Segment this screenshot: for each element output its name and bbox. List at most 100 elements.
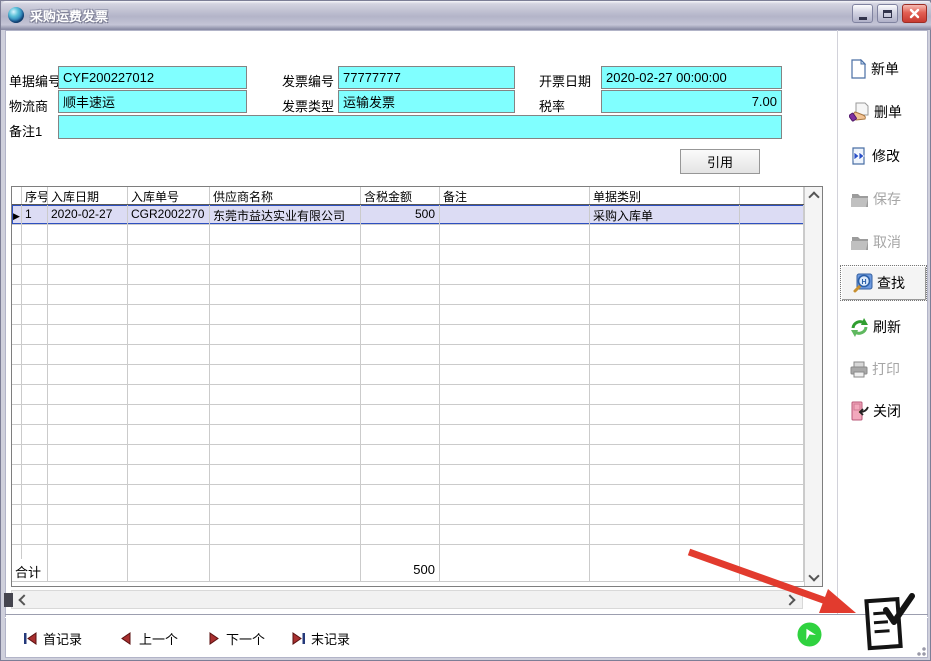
new-doc-icon (849, 59, 868, 79)
new-doc-button[interactable]: 新单 (849, 55, 925, 83)
tax-rate-label: 税率 (539, 96, 565, 115)
sidebar-button-label: 刷新 (873, 317, 901, 337)
header-cell[interactable]: 备注 (440, 187, 590, 204)
table-empty-row (12, 405, 804, 425)
logistics-input[interactable] (58, 90, 247, 113)
empty-cell (440, 365, 590, 384)
first-record-button[interactable]: 首记录 (23, 628, 82, 648)
invoice-no-input[interactable] (338, 66, 515, 89)
next-record-button[interactable]: 下一个 (206, 628, 265, 648)
empty-cell (48, 365, 128, 384)
empty-cell (590, 325, 740, 344)
minimize-button[interactable] (852, 4, 873, 23)
cell-seq[interactable]: 1 (22, 205, 48, 224)
cell-type[interactable]: 采购入库单 (590, 205, 740, 224)
scroll-right-icon[interactable] (784, 594, 795, 605)
refresh-icon (849, 317, 870, 338)
empty-cell (740, 405, 804, 424)
empty-cell (590, 265, 740, 284)
invoice-type-input[interactable] (338, 90, 515, 113)
empty-cell (22, 485, 48, 504)
scroll-left-icon[interactable] (18, 594, 29, 605)
cell-amount[interactable]: 500 (361, 205, 440, 224)
empty-cell (12, 525, 22, 544)
empty-cell (590, 365, 740, 384)
empty-cell (22, 385, 48, 404)
table-row[interactable]: ▶ 1 2020-02-27 CGR2002270 东莞市益达实业有限公司 50… (12, 205, 804, 225)
empty-cell (22, 265, 48, 284)
scroll-up-icon[interactable] (808, 191, 819, 202)
close-button[interactable] (902, 4, 927, 23)
horizontal-scrollbar[interactable] (11, 590, 803, 609)
empty-cell (12, 345, 22, 364)
doc-no-label: 单据编号 (9, 71, 61, 90)
header-cell[interactable]: 序号 (22, 187, 48, 204)
print-button[interactable]: 打印 (849, 355, 925, 383)
bottom-separator (5, 614, 928, 618)
header-cell[interactable]: 入库日期 (48, 187, 128, 204)
resize-grip[interactable] (914, 644, 926, 656)
scroll-thumb[interactable] (4, 593, 13, 607)
cancel-icon (849, 233, 870, 252)
refresh-button[interactable]: 刷新 (849, 313, 925, 341)
header-cell[interactable]: 含税金额 (361, 187, 440, 204)
empty-cell (590, 285, 740, 304)
empty-cell (12, 225, 22, 244)
tax-rate-input[interactable] (601, 90, 782, 113)
modify-button[interactable]: 修改 (849, 142, 925, 170)
empty-cell (440, 385, 590, 404)
scroll-down-icon[interactable] (808, 570, 819, 581)
cell-extra[interactable] (740, 205, 804, 224)
cell-remark[interactable] (440, 205, 590, 224)
remark1-input[interactable] (58, 115, 782, 139)
reference-button[interactable]: 引用 (680, 149, 760, 174)
empty-cell (440, 345, 590, 364)
doc-no-input[interactable] (58, 66, 247, 89)
empty-cell (128, 385, 210, 404)
empty-cell (361, 325, 440, 344)
empty-cell (740, 485, 804, 504)
empty-cell (740, 245, 804, 264)
last-record-icon (291, 631, 306, 646)
close-form-button[interactable]: 关闭 (849, 397, 925, 425)
cancel-button[interactable]: 取消 (849, 228, 925, 256)
empty-cell (128, 525, 210, 544)
empty-cell (210, 525, 361, 544)
empty-cell (22, 345, 48, 364)
invoice-date-input[interactable] (601, 66, 782, 89)
empty-cell (22, 285, 48, 304)
empty-cell (12, 485, 22, 504)
empty-cell (22, 405, 48, 424)
empty-cell (210, 505, 361, 524)
last-record-button[interactable]: 末记录 (291, 628, 350, 648)
maximize-button[interactable] (877, 4, 898, 23)
empty-cell (210, 345, 361, 364)
empty-cell (12, 265, 22, 284)
cell-date[interactable]: 2020-02-27 (48, 205, 128, 224)
empty-cell (128, 545, 210, 559)
empty-cell (740, 265, 804, 284)
modify-icon (849, 146, 869, 166)
header-cell[interactable]: 单据类别 (590, 187, 740, 204)
empty-cell (12, 305, 22, 324)
find-button[interactable]: H 查找 (852, 269, 928, 297)
empty-cell (210, 285, 361, 304)
table-header: 序号 入库日期 入库单号 供应商名称 含税金额 备注 单据类别 (12, 187, 822, 205)
empty-cell (361, 485, 440, 504)
vertical-scrollbar[interactable] (804, 187, 822, 586)
empty-cell (128, 445, 210, 464)
save-button[interactable]: 保存 (849, 185, 925, 213)
delete-doc-button[interactable]: 删单 (849, 98, 925, 126)
header-cell[interactable] (740, 187, 804, 204)
cell-supplier[interactable]: 东莞市益达实业有限公司 (210, 205, 361, 224)
header-cell[interactable]: 供应商名称 (210, 187, 361, 204)
prev-record-button[interactable]: 上一个 (119, 628, 178, 648)
cell-doc[interactable]: CGR2002270 (128, 205, 210, 224)
empty-cell (22, 325, 48, 344)
header-cell[interactable]: 入库单号 (128, 187, 210, 204)
empty-cell (128, 425, 210, 444)
empty-cell (210, 265, 361, 284)
empty-cell (210, 365, 361, 384)
empty-cell (128, 485, 210, 504)
empty-cell (210, 545, 361, 559)
